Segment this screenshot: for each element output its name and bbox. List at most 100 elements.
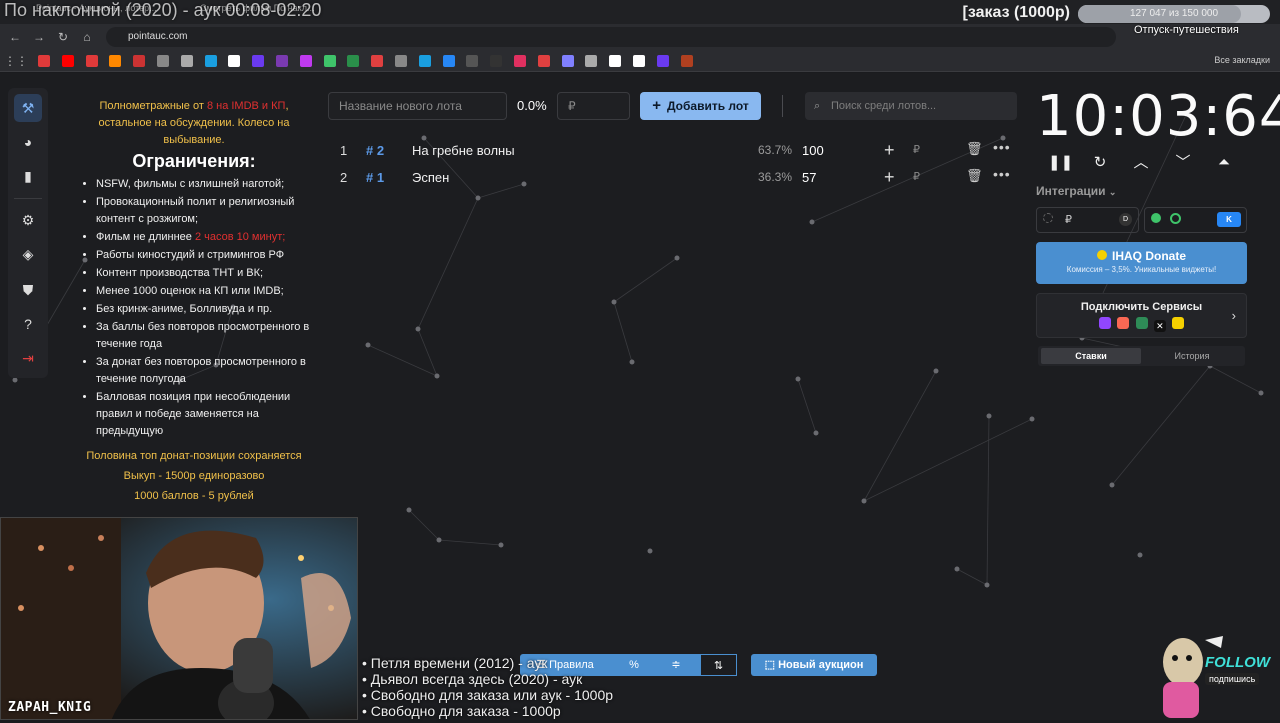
connect-services-card[interactable]: Подключить Сервисы ✕ › [1036,293,1247,338]
lot-name[interactable]: На гребне волны [412,143,515,158]
help-icon[interactable]: ? [14,310,42,338]
bookmark-favicon-icon[interactable] [537,55,550,67]
wheel-icon[interactable]: ◕ [14,128,42,156]
lot-amount[interactable]: 57 [802,170,816,185]
reload-icon[interactable]: ↻ [54,28,72,46]
double-up-icon[interactable]: ⏶ [1213,152,1235,174]
shield-icon[interactable]: ⛊ [14,276,42,304]
logout-icon[interactable]: ⇥ [14,344,42,372]
ihaq-donate-banner[interactable]: IHAQ Donate Комиссия – 3,5%. Уникальные … [1036,242,1247,284]
bookmark-favicon-icon[interactable] [609,55,622,67]
percent-toggle-icon[interactable]: % [620,654,648,676]
new-lot-amount-input[interactable]: ₽ [557,92,630,120]
bookmark-favicon-icon[interactable] [442,55,455,67]
bookmark-favicon-icon[interactable] [561,55,574,67]
particle-dot [795,376,801,382]
add-amount-icon[interactable]: + [884,140,895,161]
bookmark-favicon-icon[interactable] [85,55,98,67]
rule-item: Провокационный полит и религиозный конте… [96,194,310,228]
bookmark-favicon-icon[interactable] [418,55,431,67]
url-field[interactable]: pointauc.com [106,27,1116,47]
settings-gear-icon[interactable]: ⚙ [14,206,42,234]
queue-item: • Свободно для заказа - 1000р [362,703,561,719]
pause-icon[interactable]: ❚❚ [1048,152,1073,174]
auction-rules-panel: Полнометражные от 8 на IMDB и КП, осталь… [78,98,310,505]
apps-icon[interactable]: ⋮⋮ [4,52,28,70]
bookmark-favicon-icon[interactable] [490,55,503,67]
webcam-image [1,518,357,719]
particle-dot [629,359,635,365]
bookmark-favicon-icon[interactable] [323,55,336,67]
lot-name[interactable]: Эспен [412,170,449,185]
bookmark-favicon-icon[interactable] [299,55,312,67]
lot-percent: 63.7% [758,143,793,157]
bookmark-favicon-icon[interactable] [38,55,50,67]
bookmark-favicon-icon[interactable] [633,55,645,67]
bookmark-favicon-icon[interactable] [514,55,526,67]
add-amount-icon[interactable]: + [884,167,895,188]
particle-dot [436,537,442,543]
back-icon[interactable]: ← [6,28,24,46]
chevron-down-icon[interactable]: ﹀ [1172,152,1194,174]
tab-history[interactable]: История [1142,348,1242,364]
particle-dot [406,507,412,513]
more-menu-icon[interactable]: ••• [993,166,1011,182]
integration-card-twitch[interactable]: K [1144,207,1247,233]
bookmark-favicon-icon[interactable] [371,55,384,67]
rules-footer-1: Половина топ донат-позиции сохраняется [86,450,302,462]
reset-icon[interactable]: ↻ [1089,152,1111,174]
bookmark-favicon-icon[interactable] [180,55,193,67]
lot-amount[interactable]: 100 [802,143,824,158]
integration-card-donationalerts[interactable]: ₽ D [1036,207,1139,233]
bookmark-favicon-icon[interactable] [61,55,74,67]
add-lot-button[interactable]: + Добавить лот [640,92,761,120]
new-auction-icon: ⬚ [764,659,779,671]
integrations-toggle[interactable]: Интеграции ⌄ [1036,184,1116,198]
lot-row: 1 # 2 На гребне волны 63.7% 100 + ₽ 🗑 ••… [328,138,1018,164]
new-auction-button[interactable]: ⬚ Новый аукцион [751,654,877,676]
search-icon: ⌕ [814,100,821,112]
bookmark-favicon-icon[interactable] [204,55,217,67]
particle-dot [986,413,992,419]
bookmark-favicon-icon[interactable] [252,55,265,67]
service-icons: ✕ [1037,313,1246,334]
restrictions-heading: Ограничения: [132,151,256,171]
chevron-up-icon[interactable]: ︿ [1130,152,1152,174]
bookmark-favicon-icon[interactable] [157,55,169,67]
rule-item: Фильм не длиннее 2 часов 10 минут; [96,229,310,246]
follow-title: FOLLOW [1205,654,1270,671]
bookmark-favicon-icon[interactable] [656,55,669,67]
lot-currency: ₽ [913,171,920,183]
rule-item: За донат без повторов просмотренного в т… [96,354,310,388]
bookmark-favicon-icon[interactable] [585,55,598,67]
bookmark-favicon-icon[interactable] [109,55,122,67]
stats-icon[interactable]: ▮ [14,162,42,190]
particle-link [956,568,988,586]
tab-bets[interactable]: Ставки [1041,348,1141,364]
more-menu-icon[interactable]: ••• [993,139,1011,155]
lot-search-input[interactable]: ⌕ Поиск среди лотов... [805,92,1017,120]
sort-icon[interactable]: ⇅ [700,654,737,676]
bookmark-favicon-icon[interactable] [228,55,241,67]
particle-dot [1137,552,1143,558]
forward-icon[interactable]: → [30,28,48,46]
bookmark-favicon-icon[interactable] [133,55,146,67]
split-icon[interactable]: ≑ [662,654,690,676]
bookmark-favicon-icon[interactable] [276,55,288,67]
bets-history-tabs: Ставки История [1038,346,1245,366]
all-bookmarks-link[interactable]: Все закладки [1214,55,1270,65]
goal-progress-bar: 127 047 из 150 000 [1078,5,1270,23]
bookmark-favicon-icon[interactable] [680,55,693,67]
new-lot-name-input[interactable]: Название нового лота [328,92,507,120]
home-icon[interactable]: ⌂ [78,28,96,46]
goal-progress-text: 127 047 из 150 000 [1129,8,1219,19]
layers-icon[interactable]: ◈ [14,240,42,268]
rule-length-text: Фильм не длиннее [96,231,195,243]
bookmark-favicon-icon[interactable] [347,55,360,67]
delete-trash-icon[interactable]: 🗑 [966,141,983,157]
bookmark-favicon-icon[interactable] [395,55,407,67]
bookmark-favicon-icon[interactable] [466,55,479,67]
x-icon: ✕ [1153,320,1166,332]
delete-trash-icon[interactable]: 🗑 [966,168,983,184]
auction-hammer-icon[interactable]: ⚒ [14,94,42,122]
